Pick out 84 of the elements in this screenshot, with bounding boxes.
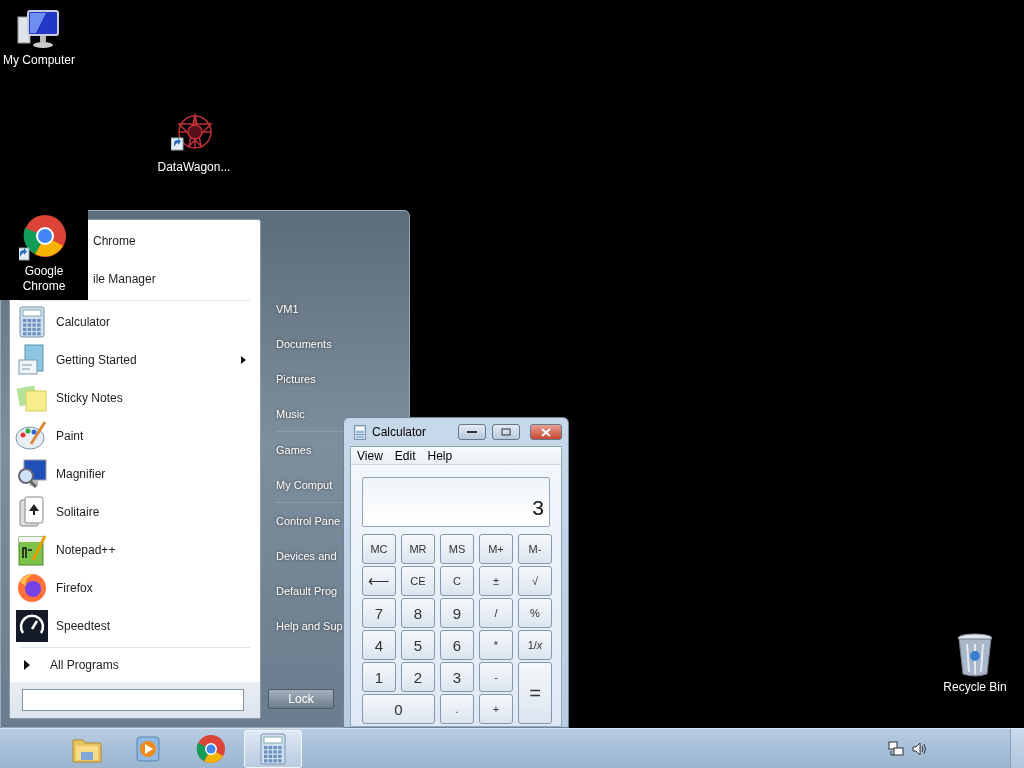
program-item[interactable]: Getting Started <box>14 341 256 379</box>
calculator-key[interactable]: CE <box>401 566 435 596</box>
program-item[interactable]: Solitaire <box>14 493 256 531</box>
calculator-key[interactable]: ± <box>479 566 513 596</box>
start-menu-link[interactable]: Pictures <box>267 361 317 396</box>
computer-icon <box>16 9 62 51</box>
chrome-icon <box>19 214 69 262</box>
start-menu-link[interactable]: Devices and <box>267 538 338 573</box>
arrow-icon <box>24 660 30 670</box>
desktop-icon-label[interactable]: DataWagon... <box>157 160 231 175</box>
playing-cards-icon <box>18 496 46 528</box>
program-item[interactable]: Paint <box>14 417 256 455</box>
desktop-icon-label[interactable]: Recycle Bin <box>943 680 1007 695</box>
start-menu-link[interactable]: My Comput <box>267 467 334 502</box>
close-button[interactable] <box>530 424 562 440</box>
calculator-key[interactable]: √ <box>518 566 552 596</box>
palette-icon <box>15 420 49 452</box>
calculator-icon <box>354 424 366 440</box>
menu-item[interactable]: Edit <box>388 448 422 463</box>
calculator-key[interactable]: 1/x <box>518 630 552 660</box>
taskbar-button[interactable] <box>244 729 302 768</box>
minimize-button[interactable] <box>458 424 486 440</box>
calculator-key[interactable]: / <box>479 598 513 628</box>
calculator-key[interactable]: 0 <box>362 694 435 724</box>
calculator-key[interactable]: - <box>479 662 513 692</box>
calculator-key[interactable]: 8 <box>401 598 435 628</box>
calculator-key[interactable]: MR <box>401 534 435 564</box>
chrome-icon <box>196 733 226 764</box>
calculator-key[interactable]: MC <box>362 534 396 564</box>
menu-item[interactable]: Help <box>421 448 459 463</box>
start-menu-link[interactable]: Default Prog <box>267 573 339 608</box>
calculator-key[interactable]: 1 <box>362 662 396 692</box>
calculator-icon <box>19 306 45 338</box>
calculator-display: 3 <box>362 477 550 527</box>
maximize-button[interactable] <box>492 424 520 440</box>
program-item[interactable]: ile Manager <box>90 260 164 298</box>
program-item[interactable]: Speedtest <box>14 607 256 645</box>
speaker-icon[interactable] <box>912 740 928 757</box>
close-icon <box>541 427 551 437</box>
firefox-icon <box>16 572 48 604</box>
sticky-notes-icon <box>16 383 48 413</box>
calculator-key[interactable]: 4 <box>362 630 396 660</box>
speedometer-icon <box>16 610 48 642</box>
show-desktop-button[interactable] <box>1010 728 1024 768</box>
program-item[interactable]: Magnifier <box>14 455 256 493</box>
network-icon[interactable] <box>888 740 904 757</box>
calculator-key[interactable]: MS <box>440 534 474 564</box>
program-item[interactable]: Calculator <box>14 303 256 341</box>
calculator-key[interactable]: 3 <box>440 662 474 692</box>
program-item[interactable]: Notepad++ <box>14 531 256 569</box>
desktop-icon-label[interactable]: My Computer <box>3 53 75 68</box>
program-item[interactable]: Chrome <box>90 222 144 260</box>
program-item[interactable]: Sticky Notes <box>14 379 256 417</box>
calculator-key[interactable]: * <box>479 630 513 660</box>
all-programs-item[interactable]: All Programs <box>14 650 256 680</box>
start-menu-link[interactable]: Control Pane <box>267 503 342 538</box>
program-item[interactable]: Firefox <box>14 569 256 607</box>
minimize-icon <box>467 430 477 434</box>
calculator-key[interactable]: 9 <box>440 598 474 628</box>
calculator-key[interactable]: M- <box>518 534 552 564</box>
calculator-key[interactable]: 6 <box>440 630 474 660</box>
start-menu-link[interactable]: Documents <box>267 326 333 361</box>
search-field[interactable] <box>22 689 244 711</box>
calculator-key[interactable]: ⟵ <box>362 566 396 596</box>
calculator-key[interactable]: . <box>440 694 474 724</box>
calculator-key[interactable]: 7 <box>362 598 396 628</box>
maximize-icon <box>501 428 511 436</box>
magnifier-icon <box>16 458 48 490</box>
trash-bin-icon <box>955 632 995 678</box>
start-menu-link[interactable]: Music <box>267 396 306 431</box>
calculator-key[interactable]: % <box>518 598 552 628</box>
start-menu-link[interactable]: VM1 <box>267 291 300 326</box>
calculator-key[interactable]: 2 <box>401 662 435 692</box>
window-icon <box>17 344 47 376</box>
window-title: Calculator <box>372 425 428 439</box>
calculator-key[interactable]: + <box>479 694 513 724</box>
menu-item[interactable]: View <box>351 448 389 463</box>
calculator-icon <box>260 732 286 765</box>
calculator-key[interactable]: 5 <box>401 630 435 660</box>
calculator-key[interactable]: C <box>440 566 474 596</box>
notepad-icon <box>17 534 47 566</box>
calculator-key[interactable]: = <box>518 662 552 724</box>
calculator-key[interactable]: M+ <box>479 534 513 564</box>
start-menu-link[interactable]: Help and Sup <box>267 608 344 643</box>
